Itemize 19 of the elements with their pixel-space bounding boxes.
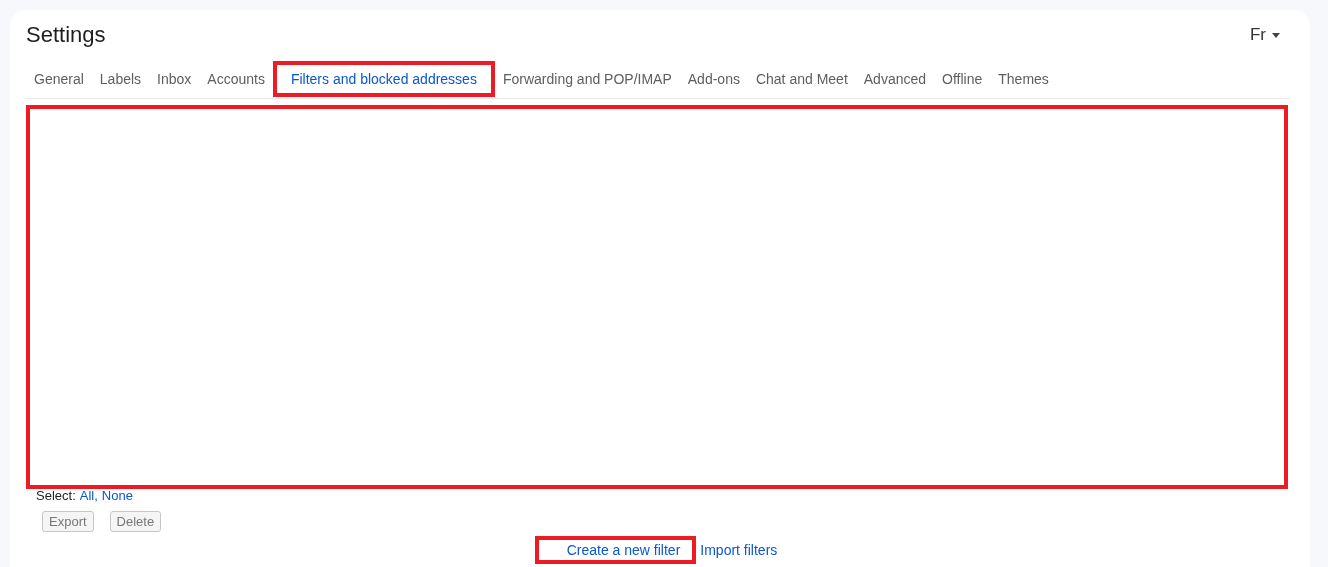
settings-tab[interactable]: Themes: [990, 61, 1057, 97]
settings-tab[interactable]: Advanced: [855, 61, 935, 97]
settings-tab[interactable]: Offline: [934, 61, 991, 97]
settings-tab[interactable]: Add-ons: [679, 61, 748, 97]
page-title: Settings: [26, 22, 106, 48]
settings-tab[interactable]: Labels: [91, 61, 150, 97]
settings-tab[interactable]: General: [26, 61, 92, 97]
caret-icon: [1272, 32, 1280, 38]
settings-tab[interactable]: Inbox: [149, 61, 200, 97]
settings-tab[interactable]: Filters and blocked addresses: [272, 61, 495, 97]
select-option-link[interactable]: All,: [79, 489, 98, 503]
input-tools-button[interactable]: Fr: [1239, 25, 1290, 45]
select-option-link[interactable]: None: [101, 489, 133, 503]
settings-tab[interactable]: Chat and Meet: [747, 61, 856, 97]
filter-link[interactable]: Import filters: [696, 536, 782, 564]
settings-tab[interactable]: Accounts: [199, 61, 273, 97]
select-label: Select:: [36, 489, 76, 503]
filter-link[interactable]: Create a new filter: [534, 536, 697, 564]
settings-tab[interactable]: Forwarding and POP/IMAP: [494, 61, 680, 97]
